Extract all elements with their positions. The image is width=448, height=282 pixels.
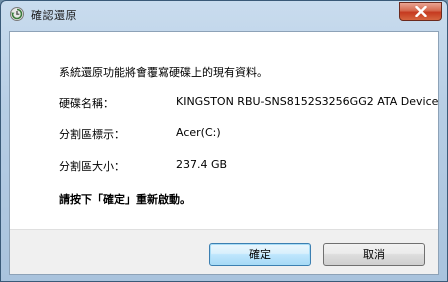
title-bar[interactable]: 確認還原 — [1, 1, 447, 27]
close-icon — [414, 6, 427, 17]
window-title: 確認還原 — [31, 9, 77, 22]
close-button[interactable] — [399, 2, 442, 21]
dialog-content: 系統還原功能將會覆寫硬碟上的現有資料。 硬碟名稱： KINGSTON RBU-S… — [9, 31, 439, 275]
warning-message: 系統還原功能將會覆寫硬碟上的現有資料。 — [59, 66, 268, 79]
restart-instruction: 請按下「確定」重新啟動。 — [59, 193, 191, 206]
disk-name-value: KINGSTON RBU-SNS8152S3256GG2 ATA Device — [176, 95, 439, 108]
ok-button[interactable]: 確定 — [209, 243, 311, 266]
partition-size-label: 分割區大小： — [59, 160, 125, 173]
partition-label-label: 分割區標示： — [59, 128, 125, 141]
cancel-button[interactable]: 取消 — [323, 243, 425, 266]
partition-label-value: Acer(C:) — [176, 126, 221, 139]
restore-icon — [9, 6, 25, 22]
disk-name-label: 硬碟名稱： — [59, 97, 114, 110]
partition-size-value: 237.4 GB — [176, 158, 228, 171]
dialog-window: 確認還原 系統還原功能將會覆寫硬碟上的現有資料。 硬碟名稱： KINGSTON … — [0, 0, 448, 282]
